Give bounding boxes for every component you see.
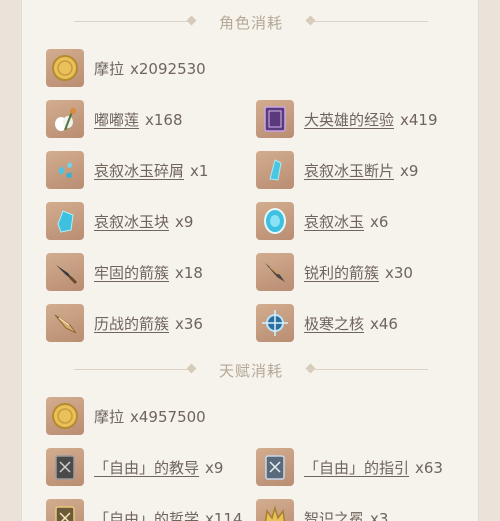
- material-count: x46: [370, 314, 398, 333]
- mora-coin-icon: [46, 397, 84, 435]
- material-count: x36: [175, 314, 203, 333]
- material-name-link[interactable]: 「自由」的哲学: [94, 510, 199, 521]
- material-count: x6: [370, 212, 389, 231]
- material-count: x1: [190, 161, 209, 180]
- material-name-link[interactable]: 哀叙冰玉断片: [304, 162, 394, 180]
- material-name-link[interactable]: 历战的箭簇: [94, 315, 169, 333]
- material-item-jade-gemstone[interactable]: 哀叙冰玉 x6: [256, 201, 388, 241]
- material-count: x63: [415, 458, 443, 477]
- material-item-mora[interactable]: 摩拉 x2092530: [46, 48, 206, 88]
- material-name-link[interactable]: 极寒之核: [304, 315, 364, 333]
- material-count: x9: [175, 212, 194, 231]
- material-count: x419: [400, 110, 438, 129]
- material-item-philosophies-freedom[interactable]: 「自由」的哲学 x114: [46, 498, 243, 521]
- material-item-jade-fragment[interactable]: 哀叙冰玉断片 x9: [256, 150, 418, 190]
- divider-line: [308, 369, 428, 370]
- crown-insight-icon: [256, 499, 294, 521]
- material-name-link[interactable]: 智识之冕: [304, 510, 364, 521]
- section-header-talent: 天赋消耗: [22, 358, 478, 382]
- divider-line: [74, 21, 194, 22]
- mora-coin-icon: [46, 49, 84, 87]
- exp-book-icon: [256, 100, 294, 138]
- material-item-guide-freedom[interactable]: 「自由」的指引 x63: [256, 447, 443, 487]
- material-item-crown-insight[interactable]: 智识之冕 x3: [256, 498, 388, 521]
- material-item-weathered-arrowhead[interactable]: 历战的箭簇 x36: [46, 303, 203, 343]
- section-title: 角色消耗: [218, 13, 283, 32]
- divider-line: [74, 369, 194, 370]
- section-title: 天赋消耗: [218, 361, 283, 380]
- material-count: x2092530: [130, 59, 206, 78]
- material-count: x168: [145, 110, 183, 129]
- material-name-link[interactable]: 「自由」的教导: [94, 459, 199, 477]
- material-item-teachings-freedom[interactable]: 「自由」的教导 x9: [46, 447, 223, 487]
- hoarfrost-core-icon: [256, 304, 294, 342]
- material-name-link[interactable]: 哀叙冰玉碎屑: [94, 162, 184, 180]
- jade-gemstone-icon: [256, 202, 294, 240]
- divider-line: [308, 21, 428, 22]
- material-item-jade-chunk[interactable]: 哀叙冰玉块 x9: [46, 201, 193, 241]
- material-count: x9: [400, 161, 419, 180]
- material-item-mora[interactable]: 摩拉 x4957500: [46, 396, 206, 436]
- material-cost-panel: 角色消耗 摩拉 x2092530 嘟嘟莲 x168 大英雄的经验 x419 哀叙冰玉碎…: [21, 0, 479, 521]
- material-name-link[interactable]: 哀叙冰玉: [304, 213, 364, 231]
- diamond-ornament-icon: [186, 363, 197, 374]
- material-name-link[interactable]: 「自由」的指引: [304, 459, 409, 477]
- material-count: x30: [385, 263, 413, 282]
- material-name-link[interactable]: 嘟嘟莲: [94, 111, 139, 129]
- jade-sliver-icon: [46, 151, 84, 189]
- philosophies-freedom-icon: [46, 499, 84, 521]
- material-name-link[interactable]: 牢固的箭簇: [94, 264, 169, 282]
- material-item-sharp-arrowhead[interactable]: 锐利的箭簇 x30: [256, 252, 413, 292]
- material-item-hoarfrost-core[interactable]: 极寒之核 x46: [256, 303, 398, 343]
- section-header-character: 角色消耗: [22, 10, 478, 34]
- jade-fragment-icon: [256, 151, 294, 189]
- material-item-hero-wit[interactable]: 大英雄的经验 x419: [256, 99, 438, 139]
- jade-chunk-icon: [46, 202, 84, 240]
- material-count: x114: [205, 509, 243, 521]
- material-name: 摩拉: [94, 407, 125, 426]
- material-name-link[interactable]: 锐利的箭簇: [304, 264, 379, 282]
- firm-arrowhead-icon: [46, 253, 84, 291]
- material-count: x18: [175, 263, 203, 282]
- weathered-arrowhead-icon: [46, 304, 84, 342]
- material-count: x9: [205, 458, 224, 477]
- material-name-link[interactable]: 大英雄的经验: [304, 111, 394, 129]
- material-item-firm-arrowhead[interactable]: 牢固的箭簇 x18: [46, 252, 203, 292]
- calla-lily-icon: [46, 100, 84, 138]
- teachings-freedom-icon: [46, 448, 84, 486]
- material-item-calla-lily[interactable]: 嘟嘟莲 x168: [46, 99, 183, 139]
- sharp-arrowhead-icon: [256, 253, 294, 291]
- material-count: x3: [370, 509, 389, 521]
- guide-freedom-icon: [256, 448, 294, 486]
- material-name-link[interactable]: 哀叙冰玉块: [94, 213, 169, 231]
- material-count: x4957500: [130, 407, 206, 426]
- material-name: 摩拉: [94, 59, 125, 78]
- material-item-jade-sliver[interactable]: 哀叙冰玉碎屑 x1: [46, 150, 208, 190]
- diamond-ornament-icon: [186, 15, 197, 26]
